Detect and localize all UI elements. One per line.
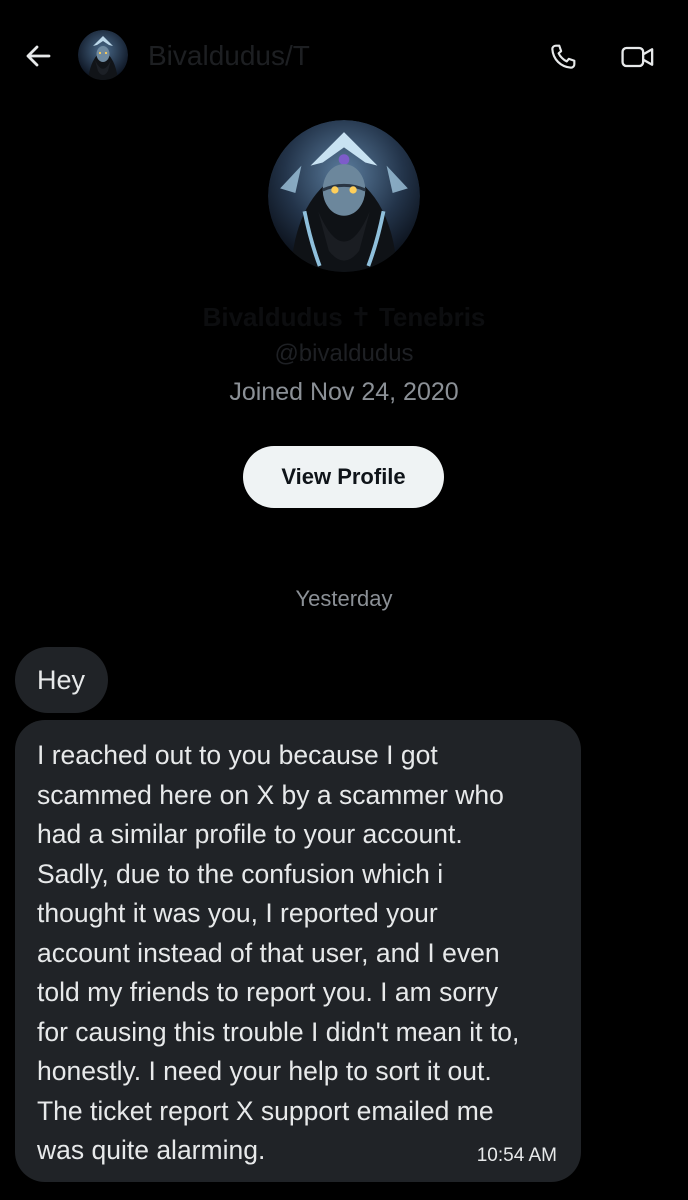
back-button[interactable] bbox=[16, 34, 60, 78]
header-title[interactable]: Bivaldudus/T bbox=[148, 38, 508, 74]
message-text: Hey bbox=[37, 665, 86, 695]
message-bubble[interactable]: Hey bbox=[15, 647, 108, 713]
profile-display-name: Bivaldudus ✝ Tenebris bbox=[202, 302, 486, 332]
profile-handle: @bivaldudus bbox=[274, 340, 414, 367]
message-bubble[interactable]: I reached out to you because I got scamm… bbox=[15, 720, 581, 1182]
voice-call-button[interactable] bbox=[540, 34, 586, 80]
view-profile-button[interactable]: View Profile bbox=[243, 446, 444, 508]
arrow-left-icon bbox=[23, 41, 53, 71]
header-avatar[interactable] bbox=[78, 30, 128, 80]
message-timestamp: 10:54 AM bbox=[476, 1145, 557, 1166]
day-separator: Yesterday bbox=[295, 586, 393, 611]
message-text: I reached out to you because I got scamm… bbox=[37, 740, 520, 1165]
video-camera-icon bbox=[620, 42, 656, 72]
video-call-button[interactable] bbox=[612, 34, 664, 80]
joined-date: Joined Nov 24, 2020 bbox=[229, 378, 459, 406]
profile-avatar[interactable] bbox=[268, 120, 420, 272]
conversation-header: Bivaldudus/T bbox=[0, 0, 688, 110]
phone-icon bbox=[547, 41, 579, 73]
